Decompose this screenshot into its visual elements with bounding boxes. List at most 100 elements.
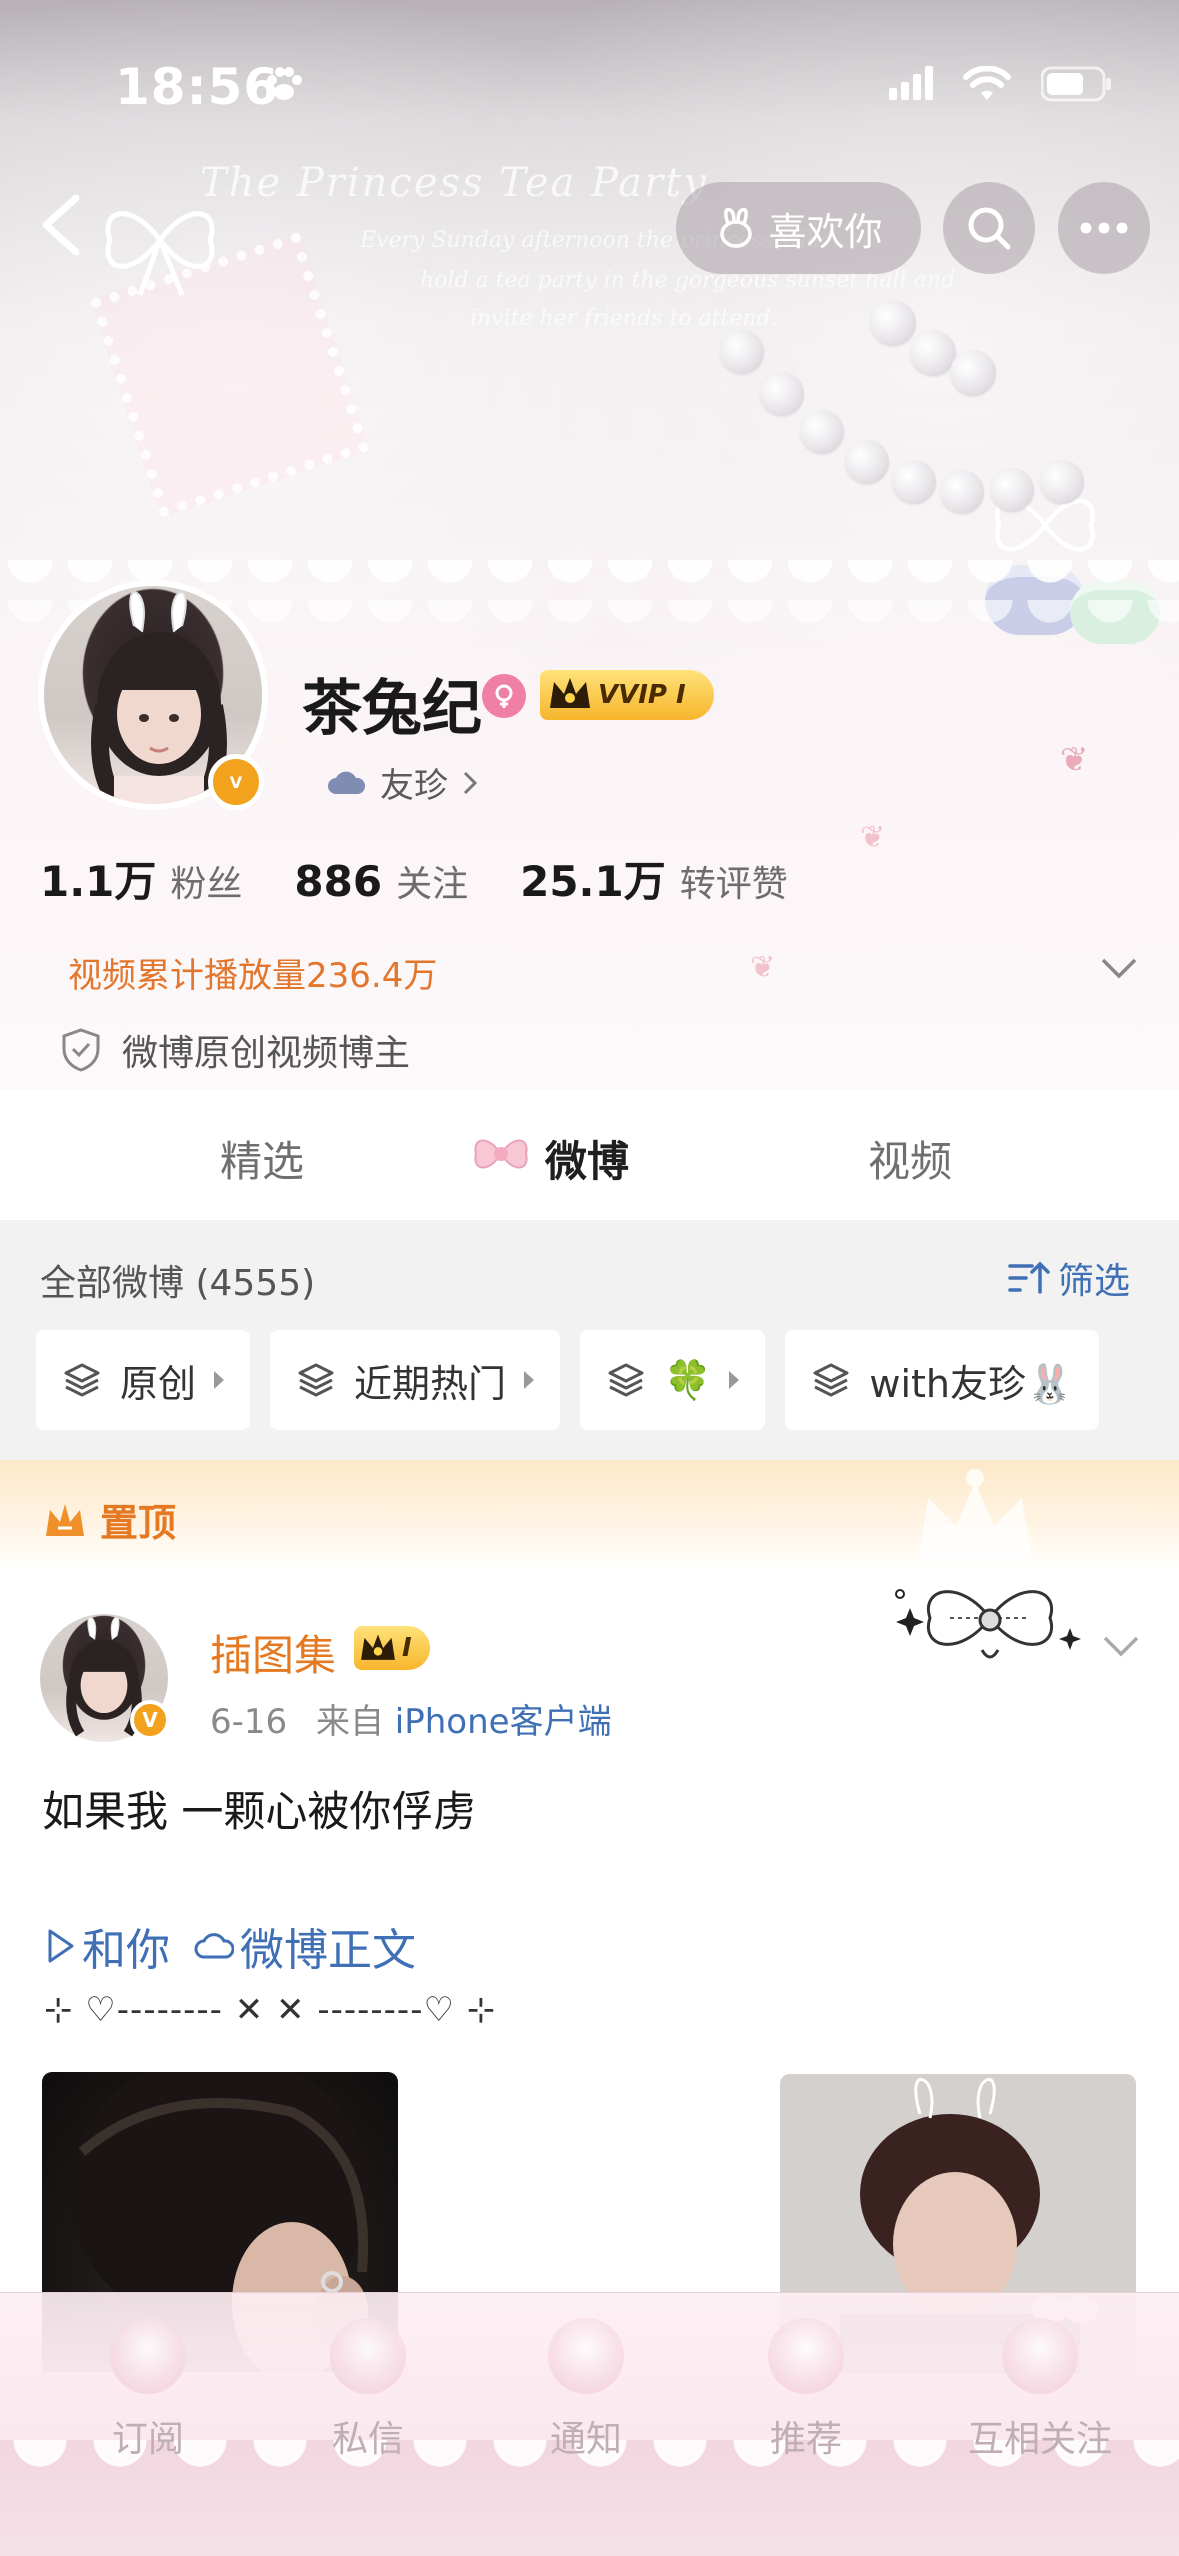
filter-label: 筛选 — [1058, 1261, 1131, 1302]
caret-right-icon — [214, 1371, 225, 1389]
post-author-name[interactable]: 插图集 — [210, 1622, 336, 1683]
more-dots-icon — [1080, 222, 1128, 234]
tab-weibo[interactable]: 微博 — [545, 1128, 629, 1189]
creator-tag[interactable]: 微博原创视频博主 — [60, 1024, 410, 1076]
cloud-icon — [328, 771, 366, 794]
vvip-badge[interactable]: VVIP I — [540, 670, 714, 720]
dessert-icon — [330, 2318, 406, 2394]
cellular-signal-icon — [889, 66, 933, 100]
pearl-decoration — [892, 460, 936, 504]
chevron-right-icon — [463, 771, 478, 794]
music-link[interactable]: 和你 — [46, 1914, 170, 1978]
followers-label[interactable]: 粉丝 — [170, 855, 242, 907]
cherry-icon: ❦ — [860, 820, 886, 855]
pearl-decoration — [720, 330, 764, 374]
pearl-decoration — [760, 372, 804, 416]
engagement-label: 转评赞 — [679, 864, 788, 905]
cherry-icon: ❦ — [750, 950, 776, 985]
category-chips: 原创 近期热门 🍀 with友珍🐰 — [36, 1330, 1100, 1430]
cover-script-title: The Princess Tea Party — [200, 160, 708, 206]
tab-featured[interactable]: 精选 — [220, 1128, 304, 1189]
nav-label: 私信 — [331, 2419, 404, 2460]
status-time: 18:56 — [115, 58, 280, 116]
profile-username: 茶兔纪 — [302, 674, 482, 744]
nav-label: 订阅 — [111, 2419, 184, 2460]
pinned-text: 置顶 — [100, 1501, 177, 1545]
post-decoration-line: ⊹ ♡-------- ✕ ✕ --------♡ ⊹ — [44, 1990, 497, 2030]
shield-check-icon — [62, 1028, 100, 1072]
chip-recent-hot[interactable]: 近期热门 — [270, 1330, 561, 1430]
filter-button[interactable]: 筛选 — [1006, 1252, 1130, 1304]
pearl-decoration — [870, 300, 916, 346]
play-icon — [48, 1929, 74, 1963]
nav-recommend[interactable]: 推荐 — [716, 2318, 896, 2462]
back-button[interactable] — [32, 190, 92, 260]
chip-label: 原创 — [120, 1361, 197, 1406]
tab-video[interactable]: 视频 — [868, 1128, 952, 1189]
fan-group-link[interactable]: 友珍 — [326, 758, 478, 807]
vvip-label: VVIP I — [598, 680, 686, 710]
search-button[interactable] — [943, 182, 1035, 274]
full-text-link[interactable]: 微博正文 — [194, 1914, 416, 1978]
all-posts-count: 全部微博 (4555) — [40, 1263, 316, 1304]
caret-right-icon — [729, 1371, 740, 1389]
crown-icon — [361, 1634, 395, 1660]
more-button[interactable] — [1058, 182, 1150, 274]
female-gender-icon — [482, 674, 526, 718]
pearl-decoration — [910, 330, 956, 376]
profile-tabs: 精选 微博 视频 — [0, 1090, 1179, 1220]
wifi-icon — [963, 66, 1011, 100]
chip-label: 🍀 — [664, 1357, 712, 1402]
chip-label: 近期热门 — [354, 1361, 507, 1406]
post-text: 如果我 一颗心被你俘虏 — [42, 1787, 476, 1836]
chip-with-youzhen[interactable]: with友珍🐰 — [785, 1330, 1100, 1430]
nav-label: 互相关注 — [967, 2419, 1112, 2460]
fan-group-label: 友珍 — [380, 766, 448, 806]
cover-script-line-3: invite her friends to attend. — [470, 306, 778, 331]
like-you-button[interactable]: 喜欢你 — [676, 182, 921, 274]
layers-icon — [298, 1363, 334, 1397]
nav-notifications[interactable]: 通知 — [496, 2318, 676, 2462]
nav-subscribe[interactable]: 订阅 — [58, 2318, 238, 2462]
creator-tag-label: 微博原创视频博主 — [122, 1033, 411, 1074]
bow-sparkle-icon — [895, 1589, 1081, 1659]
music-link-label: 和你 — [82, 1925, 170, 1976]
pinned-bar — [0, 1460, 1179, 1570]
chip-label: with友珍🐰 — [869, 1361, 1074, 1406]
pearl-decoration — [940, 470, 984, 514]
nav-messages[interactable]: 私信 — [278, 2318, 458, 2462]
pearl-decoration — [845, 440, 889, 484]
caret-right-icon — [524, 1371, 535, 1389]
pinned-label: 置顶 — [42, 1492, 176, 1547]
verified-badge: V — [130, 1700, 170, 1740]
nav-mutual-follow[interactable]: 互相关注 — [940, 2318, 1140, 2462]
like-you-label: 喜欢你 — [768, 209, 883, 254]
post-meta: 6-16 来自 iPhone客户端 — [210, 1694, 612, 1743]
chip-clover[interactable]: 🍀 — [580, 1330, 766, 1430]
verified-badge: V — [208, 754, 264, 810]
paw-icon — [267, 67, 302, 100]
rabbit-icon — [720, 207, 753, 248]
expand-chevron-down-icon[interactable] — [1098, 950, 1140, 986]
pearl-decoration — [800, 410, 844, 454]
melody-icon — [110, 2318, 186, 2394]
following-label[interactable]: 关注 — [396, 855, 468, 907]
battery-icon — [1041, 66, 1111, 102]
post-source[interactable]: iPhone客户端 — [395, 1702, 612, 1742]
following-count[interactable]: 886 — [294, 857, 382, 906]
filter-sort-icon — [1008, 1261, 1050, 1294]
member-badge-label: I — [402, 1633, 412, 1663]
cake-icon — [1002, 2318, 1078, 2394]
post-links: 和你 微博正文 — [46, 1914, 416, 1978]
nav-label: 通知 — [549, 2419, 622, 2460]
status-icons — [889, 64, 1113, 104]
followers-count[interactable]: 1.1万 — [40, 848, 156, 909]
nav-label: 推荐 — [769, 2419, 842, 2460]
cupcake-icon — [768, 2318, 844, 2394]
chip-original[interactable]: 原创 — [36, 1330, 251, 1430]
post-menu-chevron-down-icon[interactable] — [1100, 1628, 1142, 1664]
video-plays-stat: 视频累计播放量236.4万 — [68, 956, 438, 996]
member-badge: I — [354, 1626, 430, 1670]
layers-icon — [813, 1363, 849, 1397]
bow-icon — [474, 1139, 528, 1169]
